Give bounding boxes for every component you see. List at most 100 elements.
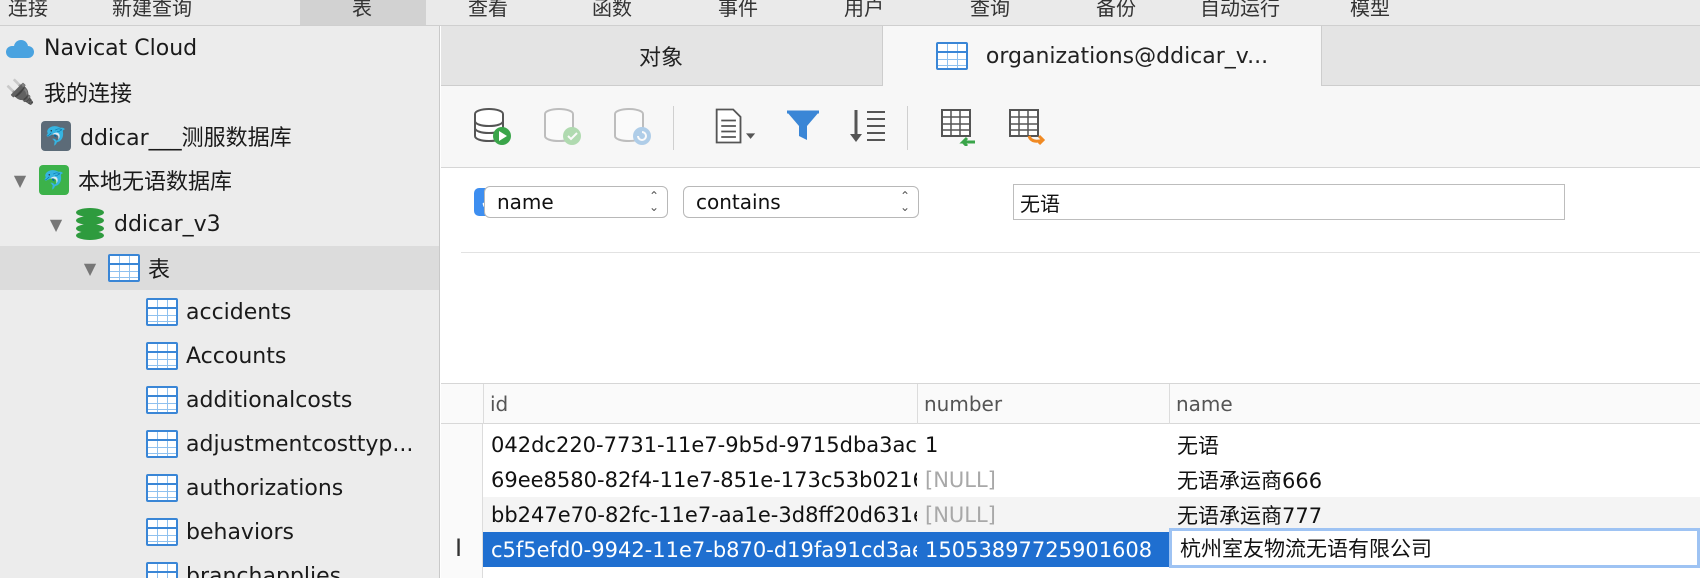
toolbar-separator: [907, 106, 908, 150]
tab-objects[interactable]: 对象: [441, 26, 881, 86]
table-icon: [146, 428, 178, 460]
toolbar-model[interactable]: 模型: [1350, 0, 1390, 21]
toolbar-user[interactable]: 用户: [844, 0, 884, 21]
data-grid: I id number name 042dc220-7731-11e7-9b5d…: [441, 384, 1700, 578]
table-icon: [146, 516, 178, 548]
select-arrows-icon: ⌃ ⌄: [899, 189, 910, 214]
toolbar-table[interactable]: 表: [352, 0, 372, 21]
toolbar-event[interactable]: 事件: [718, 0, 758, 21]
sidebar-item-table[interactable]: authorizations: [0, 466, 439, 510]
table-row[interactable]: 69ee8580-82f4-11e7-851e-173c53b02169 [NU…: [483, 462, 1700, 497]
commit-icon[interactable]: [541, 104, 585, 148]
filter-divider: [461, 252, 1700, 253]
export-icon[interactable]: [1005, 104, 1049, 148]
column-header-id[interactable]: id: [483, 384, 917, 424]
toolbar-separator: [673, 106, 674, 150]
sidebar-item-tables-group[interactable]: ▼ 表: [0, 246, 439, 290]
sidebar-item-label: 我的连接: [44, 82, 133, 107]
tab-bar: 对象 organizations@ddicar_v...: [441, 26, 1700, 86]
disclosure-triangle-icon[interactable]: ▼: [46, 215, 66, 234]
toolbar-new-query[interactable]: 新建查询: [112, 0, 192, 21]
sidebar-item-table[interactable]: branchapplies: [0, 554, 439, 578]
sidebar-item-navicat-cloud[interactable]: Navicat Cloud: [0, 26, 439, 70]
cell-name-editor[interactable]: 杭州室友物流无语有限公司: [1169, 528, 1700, 568]
top-toolbar: 连接 新建查询 表 查看 函数 事件 用户 查询 备份 自动运行 模型: [0, 0, 1700, 26]
table-icon: [146, 560, 178, 578]
sidebar-item-table[interactable]: Accounts: [0, 334, 439, 378]
cell-number[interactable]: [NULL]: [917, 497, 1169, 532]
sidebar-item-label: Accounts: [186, 343, 287, 369]
cell-id[interactable]: 69ee8580-82f4-11e7-851e-173c53b02169: [483, 462, 917, 497]
cloud-icon: [4, 32, 36, 64]
sidebar-item-label: 表: [148, 258, 171, 283]
cell-number[interactable]: [NULL]: [917, 462, 1169, 497]
sidebar-item-label: accidents: [186, 299, 292, 325]
table-icon: [146, 472, 178, 504]
select-arrows-icon: ⌃ ⌄: [648, 189, 659, 214]
toolbar-view[interactable]: 查看: [468, 0, 508, 21]
cell-name[interactable]: 无语: [1169, 427, 1700, 462]
filter-operator-select[interactable]: contains ⌃ ⌄: [683, 186, 919, 218]
filter-field-select[interactable]: name ⌃ ⌄: [484, 186, 668, 218]
table-icon: [146, 296, 178, 328]
filter-operator-value: contains: [696, 190, 781, 214]
sidebar-item-test-db-connection[interactable]: 🐬 ddicar___测服数据库: [0, 114, 439, 158]
disclosure-triangle-icon[interactable]: ▼: [80, 259, 100, 278]
toolbar-connect[interactable]: 连接: [8, 0, 48, 21]
grid-header: id number name: [441, 384, 1700, 424]
toolbar-automation[interactable]: 自动运行: [1200, 0, 1280, 21]
text-cursor-icon: I: [455, 534, 463, 562]
sidebar-item-table[interactable]: additionalcosts: [0, 378, 439, 422]
cell-number[interactable]: 15053897725901608: [917, 532, 1169, 567]
sidebar-item-label: adjustmentcosttyp...: [186, 431, 414, 457]
sidebar-item-table[interactable]: behaviors: [0, 510, 439, 554]
tab-label: organizations@ddicar_v...: [985, 43, 1269, 69]
table-row[interactable]: bb247e70-82fc-11e7-aa1e-3d8ff20d631e [NU…: [483, 497, 1700, 532]
toolbar-function[interactable]: 函数: [592, 0, 632, 21]
filter-panel: ✓ name ⌃⌄ contains ⌃⌄ 无语: [441, 168, 1700, 384]
cell-id[interactable]: bb247e70-82fc-11e7-aa1e-3d8ff20d631e: [483, 497, 917, 532]
import-icon[interactable]: [937, 104, 981, 148]
sidebar-item-label: behaviors: [186, 519, 295, 545]
filter-field-value: name: [497, 190, 554, 214]
table-icon: [108, 252, 140, 284]
cell-id[interactable]: 042dc220-7731-11e7-9b5d-9715dba3acb4: [483, 427, 917, 462]
filter-icon[interactable]: [781, 104, 825, 148]
tab-organizations-table[interactable]: organizations@ddicar_v...: [882, 26, 1322, 86]
column-header-name[interactable]: name: [1169, 384, 1700, 424]
sidebar-item-table[interactable]: accidents: [0, 290, 439, 334]
table-row[interactable]: 042dc220-7731-11e7-9b5d-9715dba3acb4 1 无…: [483, 427, 1700, 462]
sidebar-item-label: branchapplies: [186, 563, 342, 578]
cell-name[interactable]: 无语承运商666: [1169, 462, 1700, 497]
table-icon: [935, 42, 968, 70]
table-icon: [146, 340, 178, 372]
sidebar-item-label: Navicat Cloud: [44, 35, 198, 61]
cell-number[interactable]: 1: [917, 427, 1169, 462]
begin-transaction-icon[interactable]: [471, 104, 515, 148]
filter-value-input[interactable]: 无语: [1013, 184, 1565, 220]
sort-icon[interactable]: [845, 104, 889, 148]
table-icon: [146, 384, 178, 416]
sidebar-item-label: ddicar___测服数据库: [80, 126, 292, 151]
table-row-selected[interactable]: c5f5efd0-9942-11e7-b870-d19fa91cd3ae 150…: [483, 528, 1700, 568]
text-export-icon[interactable]: [713, 104, 757, 148]
database-icon: [74, 208, 106, 240]
disclosure-triangle-icon[interactable]: ▼: [10, 171, 30, 190]
sidebar-item-label: 本地无语数据库: [78, 170, 233, 195]
sidebar-item-my-connections[interactable]: 🔌 我的连接: [0, 70, 439, 114]
mysql-connection-icon: 🐬: [40, 120, 72, 152]
sidebar-item-label: additionalcosts: [186, 387, 353, 413]
rollback-icon[interactable]: [611, 104, 655, 148]
connection-sidebar: Navicat Cloud 🔌 我的连接 🐬 ddicar___测服数据库 ▼ …: [0, 26, 440, 578]
cell-name[interactable]: 无语承运商777: [1169, 497, 1700, 532]
sidebar-item-table[interactable]: adjustmentcosttyp...: [0, 422, 439, 466]
sidebar-item-database-ddicar-v3[interactable]: ▼ ddicar_v3: [0, 202, 439, 246]
toolbar-query[interactable]: 查询: [970, 0, 1010, 21]
sidebar-item-label: authorizations: [186, 475, 344, 501]
sidebar-item-local-db-connection[interactable]: ▼ 🐬 本地无语数据库: [0, 158, 439, 202]
mysql-connection-icon: 🐬: [38, 164, 70, 196]
navicat-window: 连接 新建查询 表 查看 函数 事件 用户 查询 备份 自动运行 模型 Navi…: [0, 0, 1700, 578]
cell-id[interactable]: c5f5efd0-9942-11e7-b870-d19fa91cd3ae: [483, 532, 917, 567]
toolbar-backup[interactable]: 备份: [1096, 0, 1136, 21]
column-header-number[interactable]: number: [917, 384, 1169, 424]
